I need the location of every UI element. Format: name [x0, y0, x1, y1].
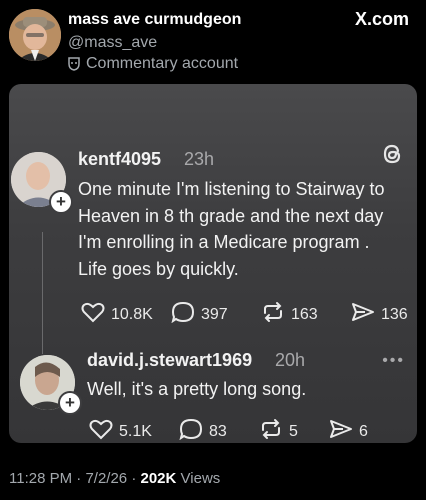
heart-icon	[81, 301, 105, 328]
account-label: Commentary account	[68, 55, 238, 73]
post-meta: 11:28 PM · 7/2/26 · 202K Views	[9, 470, 220, 487]
repost-count: 163	[291, 305, 318, 323]
repost-icon	[261, 301, 285, 328]
share-icon	[329, 418, 353, 443]
follow-button[interactable]: +	[58, 391, 82, 415]
post-date[interactable]: 7/2/26	[85, 470, 127, 487]
reply-icon	[171, 301, 195, 328]
like-count: 10.8K	[111, 305, 153, 323]
heart-icon	[89, 418, 113, 443]
user-handle[interactable]: @mass_ave	[68, 34, 157, 52]
more-icon: •••	[382, 352, 405, 369]
embedded-image[interactable]: + kentf4095 23h One minute I'm listening…	[9, 84, 417, 443]
post-time-stamp[interactable]: 11:28 PM	[9, 470, 72, 487]
post-username: kentf4095	[78, 149, 162, 169]
post-actions: 10.8K 397 163 136	[81, 301, 408, 328]
mask-icon	[68, 57, 80, 71]
post-text: One minute I'm listening to Stairway to …	[78, 179, 385, 279]
reply-count: 397	[201, 305, 228, 323]
post-time: 20h	[275, 350, 306, 370]
share-count: 6	[359, 422, 368, 440]
share-count: 136	[381, 305, 408, 323]
repost-count: 5	[289, 422, 298, 440]
threads-icon	[381, 142, 405, 166]
avatar[interactable]	[9, 9, 61, 61]
reply-count: 83	[209, 422, 227, 440]
follow-button[interactable]: +	[49, 190, 73, 214]
brand-text: X.com	[354, 9, 409, 29]
views-count[interactable]: 202K	[141, 470, 177, 487]
like-count: 5.1K	[119, 422, 152, 440]
post-actions: 5.1K 83 5 6	[89, 418, 368, 443]
thread-line	[42, 232, 43, 354]
reply-icon	[179, 418, 203, 443]
post-text: Well, it's a pretty long song.	[87, 379, 307, 399]
views-label: Views	[180, 470, 221, 487]
account-label-text: Commentary account	[86, 55, 239, 72]
share-icon	[351, 301, 375, 328]
brand-watermark: X.com	[355, 9, 409, 30]
separator: ·	[131, 470, 141, 487]
repost-icon	[259, 418, 283, 443]
display-name[interactable]: mass ave curmudgeon	[68, 11, 241, 29]
post-username: david.j.stewart1969	[87, 350, 253, 370]
post-time: 23h	[184, 149, 215, 169]
